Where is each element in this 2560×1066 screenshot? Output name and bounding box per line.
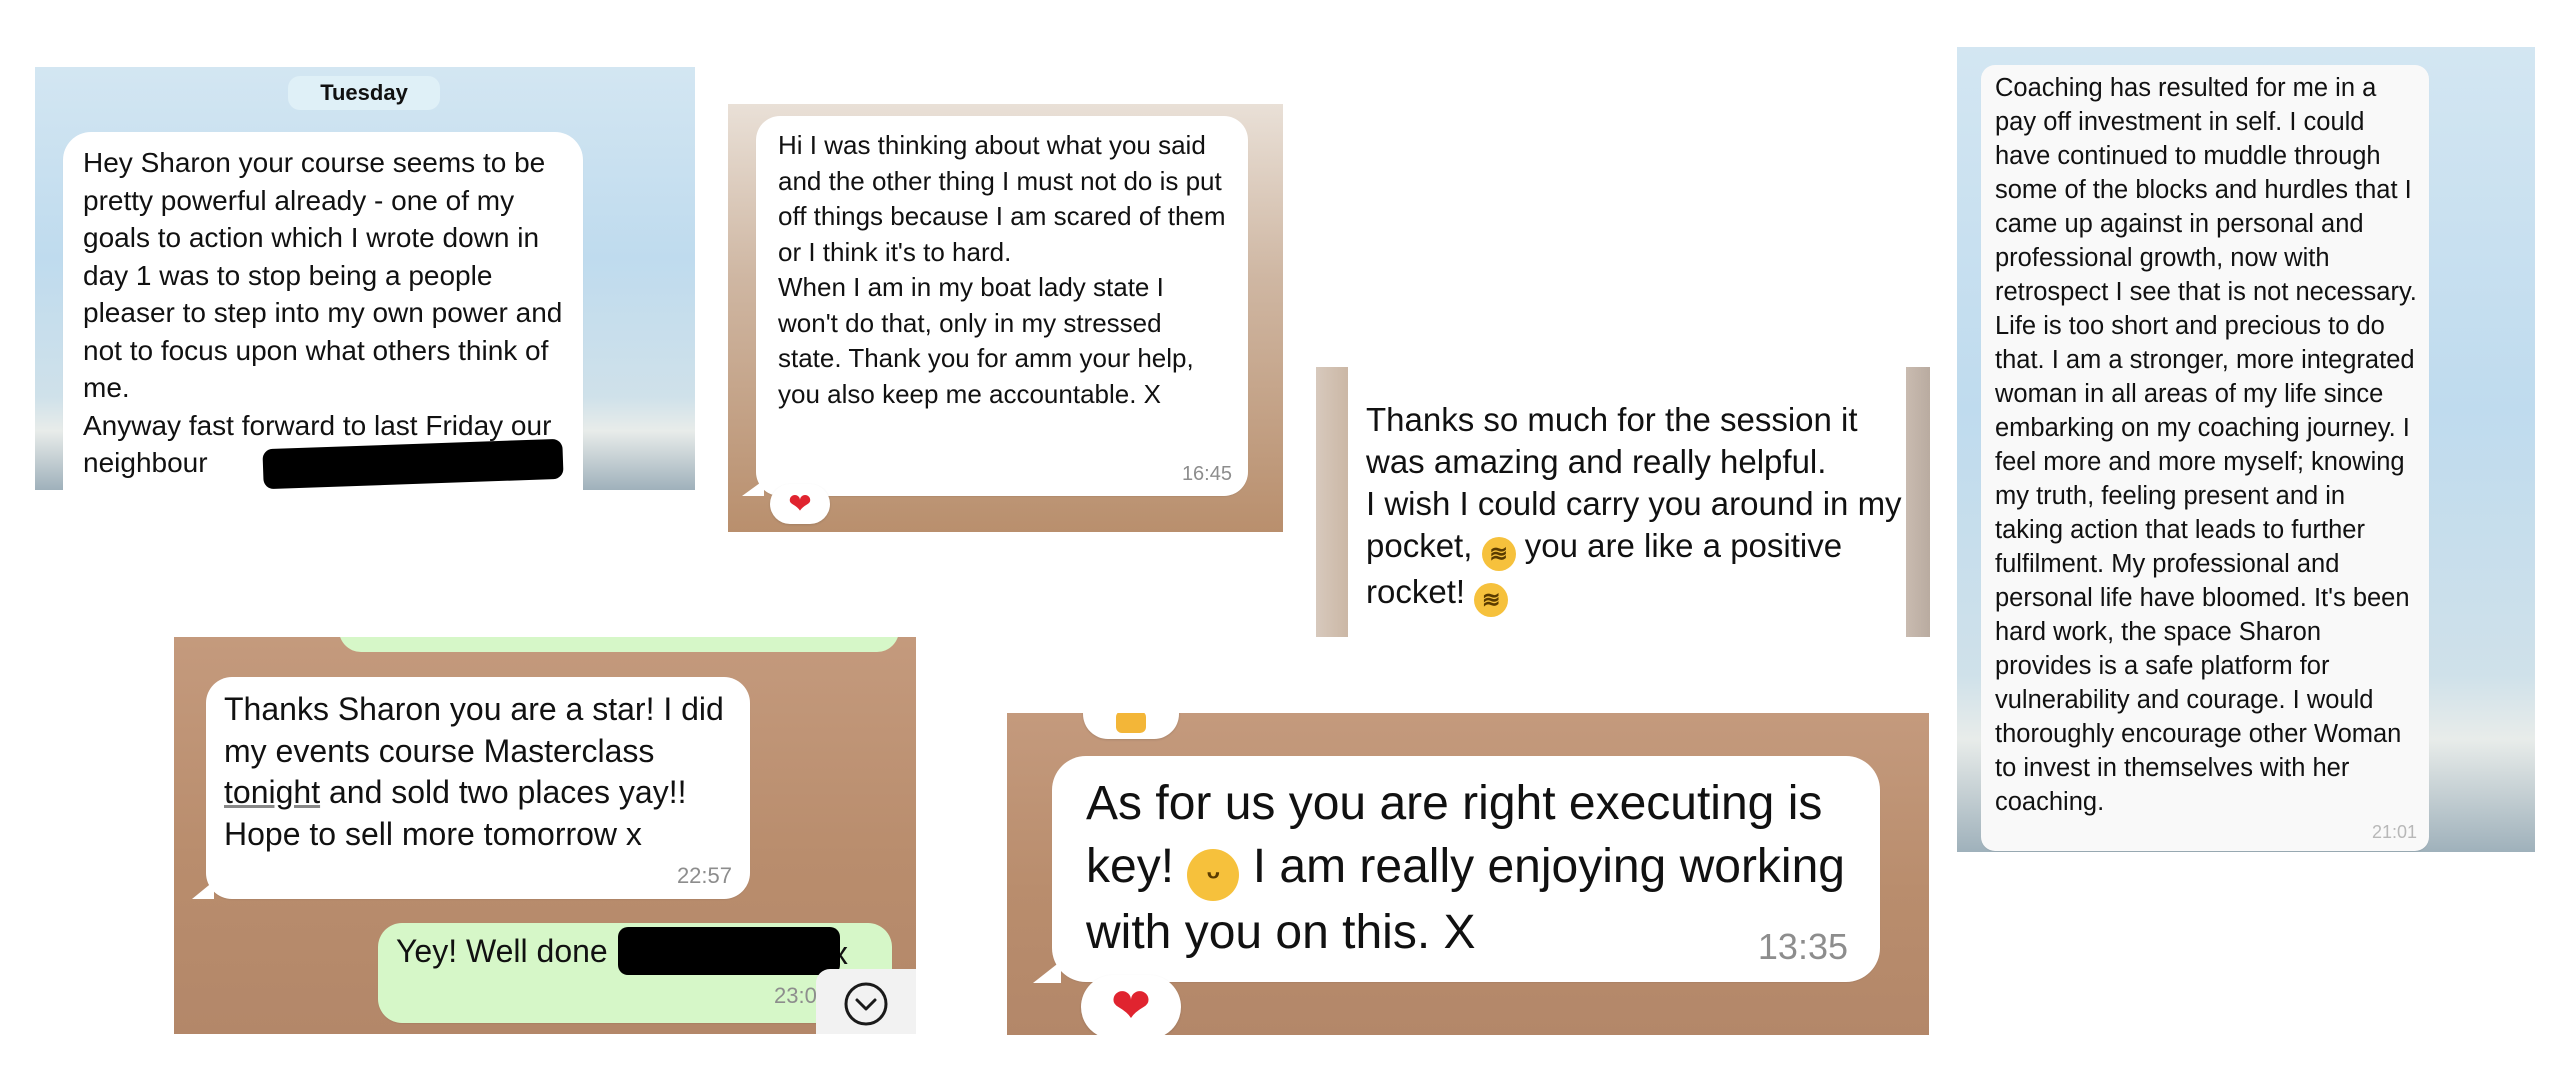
bubble-tail xyxy=(742,480,764,496)
thumbs-up-icon xyxy=(1116,713,1146,733)
heart-icon: ❤ xyxy=(1110,980,1152,1033)
underlined-word: tonight xyxy=(224,774,321,810)
heart-icon: ❤ xyxy=(788,488,812,519)
reaction-badge[interactable]: ❤ xyxy=(770,484,830,524)
message-text: Hey Sharon your course seems to be prett… xyxy=(83,147,563,478)
screenshot-rocket-message: Thanks so much for the session it was am… xyxy=(1316,367,1930,637)
message-time: 22:57 xyxy=(676,863,732,888)
reaction-badge[interactable]: ❤ xyxy=(1081,975,1181,1035)
message-time: 16:45 xyxy=(1181,463,1232,485)
screenshot-tuesday-message: Tuesday Hey Sharon your course seems to … xyxy=(35,67,695,490)
screenshot-coaching-testimonial: Coaching has resulted for me in a pay of… xyxy=(1957,47,2535,852)
reply-text: Yey! Well done xyxy=(396,933,608,969)
redaction-bar xyxy=(618,927,840,975)
left-edge-strip xyxy=(1316,367,1348,637)
chevron-down-circle-icon xyxy=(844,982,888,1026)
right-edge-strip xyxy=(1906,367,1930,637)
screenshot-executing-message: As for us you are right executing is key… xyxy=(1007,713,1929,1035)
grinning-face-emoji-icon: ᵕ xyxy=(1187,849,1240,901)
bubble-tail xyxy=(1033,961,1061,983)
message-text-part-1: Thanks Sharon you are a star! I did my e… xyxy=(224,691,724,769)
screenshot-masterclass-message: Thanks Sharon you are a star! I did my e… xyxy=(174,637,916,1034)
previous-sent-bubble xyxy=(339,637,899,652)
message-text: Thanks Sharon you are a star! I did my e… xyxy=(224,689,730,855)
bubble-tail xyxy=(192,881,214,899)
message-text: Thanks so much for the session it was am… xyxy=(1366,399,1906,617)
screenshot-boat-lady-message: Hi I was thinking about what you said an… xyxy=(728,104,1283,532)
message-bubble[interactable]: Coaching has resulted for me in a pay of… xyxy=(1981,65,2429,851)
day-badge: Tuesday xyxy=(288,76,440,110)
message-text: Coaching has resulted for me in a pay of… xyxy=(1995,74,2417,816)
message-time: 13:35 xyxy=(1757,926,1848,967)
message-text: Hi I was thinking about what you said an… xyxy=(778,130,1226,409)
rolling-laughing-emoji-icon: ≋ xyxy=(1474,583,1509,617)
day-label: Tuesday xyxy=(320,80,408,105)
top-reaction-badge[interactable] xyxy=(1083,713,1179,739)
message-bubble[interactable]: Hi I was thinking about what you said an… xyxy=(756,116,1248,496)
reply-time: 23:0 xyxy=(774,983,817,1008)
message-text: As for us you are right executing is key… xyxy=(1086,772,1850,964)
message-bubble[interactable]: Thanks Sharon you are a star! I did my e… xyxy=(206,677,750,899)
rolling-laughing-emoji-icon: ≋ xyxy=(1481,537,1516,571)
scroll-down-button[interactable] xyxy=(816,969,916,1034)
message-bubble[interactable]: Hey Sharon your course seems to be prett… xyxy=(63,132,583,490)
message-bubble[interactable]: As for us you are right executing is key… xyxy=(1052,756,1880,982)
message-bubble[interactable]: Thanks so much for the session it was am… xyxy=(1366,399,1906,617)
message-time: 21:01 xyxy=(2371,822,2417,842)
